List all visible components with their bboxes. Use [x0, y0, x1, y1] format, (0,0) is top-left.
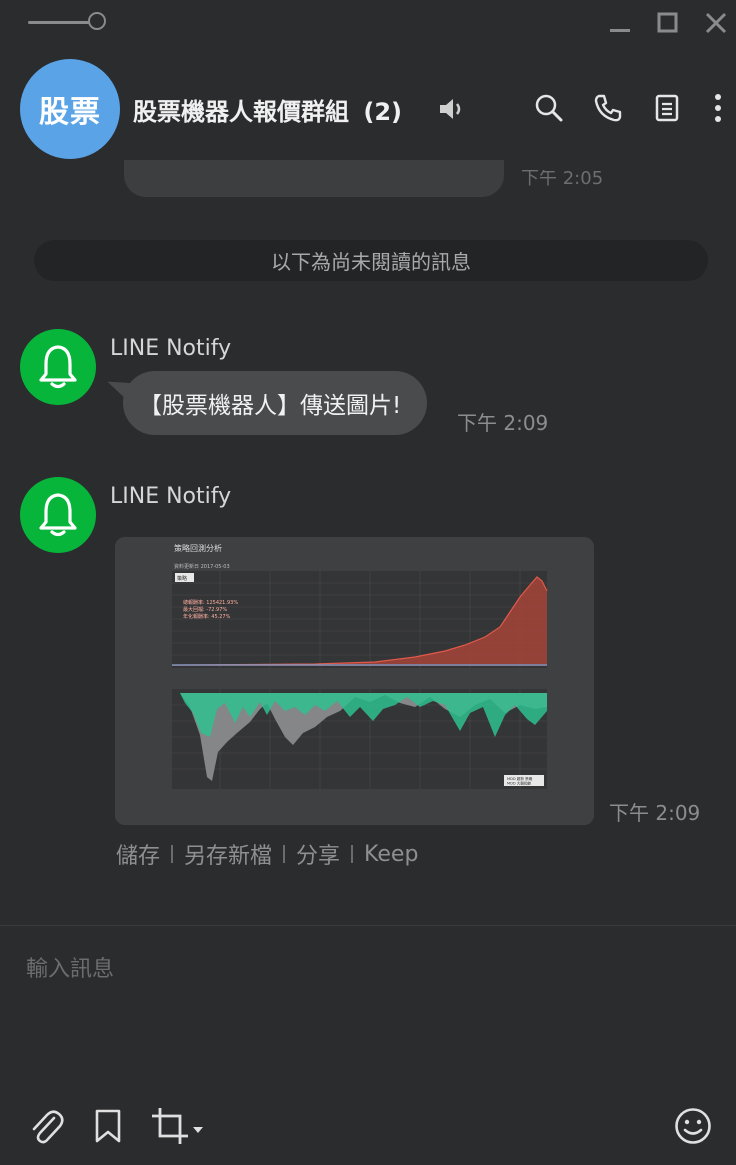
chart-stat: 最大回檔: -72.97%	[183, 606, 227, 613]
sender-avatar[interactable]	[20, 477, 96, 553]
chart-title: 策略回測分析	[174, 543, 222, 553]
chart-stat: 年化報酬率: 45.27%	[183, 613, 231, 620]
bookmark-icon[interactable]	[86, 1104, 130, 1148]
close-icon[interactable]	[701, 8, 731, 38]
save-action[interactable]: 儲存	[116, 838, 160, 870]
message-bubble[interactable]: 【股票機器人】傳送圖片!	[123, 371, 428, 435]
chart-legend-bottom: MDD 趨勢 策略	[507, 776, 533, 781]
paperclip-icon[interactable]	[26, 1104, 70, 1148]
group-avatar-text: 股票	[39, 95, 101, 130]
chart-subtitle: 資料更新日 2017-05-03	[174, 563, 230, 570]
more-icon[interactable]	[700, 90, 736, 126]
chat-title[interactable]: 股票機器人報價群組 (2)	[133, 92, 402, 127]
sender-name: LINE Notify	[110, 484, 232, 509]
previous-message-bubble[interactable]	[124, 160, 504, 197]
separator	[351, 845, 354, 863]
dropdown-arrow-icon[interactable]	[192, 1120, 204, 1133]
bell-icon	[39, 493, 77, 537]
sender-avatar[interactable]	[20, 329, 96, 405]
group-name: 股票機器人報價群組	[133, 98, 349, 126]
image-attachment[interactable]: 策略回測分析 資料更新日 2017-05-03 策略 總報酬率: 125421.…	[115, 537, 594, 825]
image-actions: 儲存 另存新檔 分享 Keep	[116, 838, 418, 870]
message-time: 下午 2:09	[609, 801, 701, 825]
chart-legend-top: 策略	[177, 575, 187, 582]
chart-stat: 總報酬率: 125421.93%	[183, 599, 238, 606]
keep-action[interactable]: Keep	[364, 842, 418, 867]
sender-name: LINE Notify	[110, 336, 232, 361]
unread-banner: 以下為尚未閱讀的訊息	[34, 240, 708, 281]
crop-icon[interactable]	[148, 1104, 192, 1148]
notes-icon[interactable]	[649, 90, 685, 126]
message-input[interactable]	[24, 952, 718, 986]
save-as-action[interactable]: 另存新檔	[184, 838, 272, 870]
backtest-chart-image: 策略回測分析 資料更新日 2017-05-03 策略 總報酬率: 125421.…	[115, 537, 594, 825]
minimize-icon[interactable]	[605, 8, 635, 38]
member-count: (2)	[363, 98, 402, 126]
separator	[171, 845, 174, 863]
emoji-icon[interactable]	[671, 1104, 715, 1148]
phone-icon[interactable]	[590, 90, 626, 126]
bell-icon	[39, 345, 77, 389]
search-icon[interactable]	[531, 90, 567, 126]
group-avatar[interactable]: 股票	[20, 59, 120, 159]
share-action[interactable]: 分享	[296, 838, 340, 870]
message-time: 下午 2:09	[457, 411, 549, 435]
composer-divider	[0, 925, 736, 926]
speaker-icon[interactable]	[437, 95, 465, 123]
previous-message-time: 下午 2:05	[521, 170, 604, 189]
separator	[283, 845, 286, 863]
maximize-icon[interactable]	[653, 8, 683, 38]
slider-icon[interactable]	[88, 12, 106, 30]
chart-legend-bottom: MDD 大盤指數	[507, 781, 532, 786]
